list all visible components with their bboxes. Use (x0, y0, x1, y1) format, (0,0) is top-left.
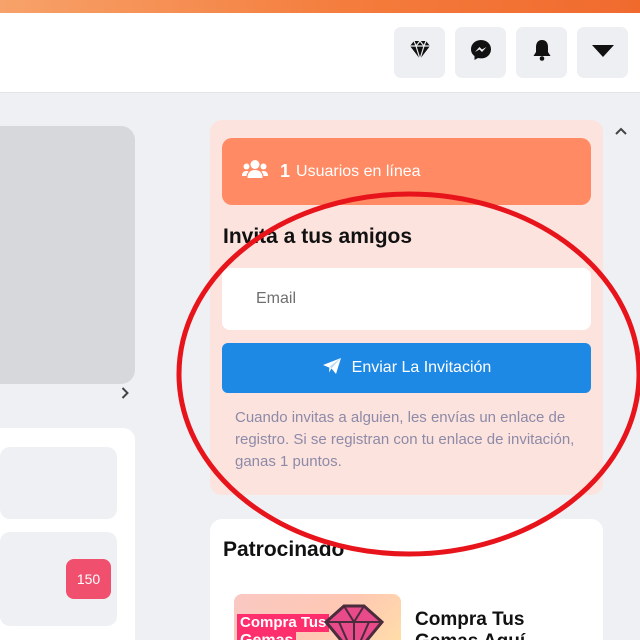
scroll-up-button[interactable] (612, 122, 630, 140)
ad-image-text: Gemas (237, 632, 297, 640)
ad-title[interactable]: Compra Tus (415, 609, 524, 631)
bell-icon (532, 39, 552, 66)
chevron-up-icon (615, 127, 627, 135)
sponsored-title: Patrocinado (223, 538, 345, 561)
caret-down-icon (591, 44, 614, 62)
email-input[interactable] (222, 268, 591, 330)
send-invitation-button[interactable]: Enviar La Invitación (222, 343, 591, 393)
count-badge: 150 (66, 559, 111, 599)
invite-help-text: Cuando invitas a alguien, les envías un … (235, 409, 575, 470)
top-accent-bar (0, 0, 640, 13)
invite-title: Invita a tus amigos (223, 225, 413, 248)
messenger-button[interactable] (455, 27, 506, 78)
top-header (0, 13, 640, 93)
diamond-icon (409, 40, 431, 65)
list-item[interactable] (0, 447, 117, 519)
online-label: Usuarios en línea (296, 162, 421, 180)
gem-icon (314, 602, 394, 640)
account-menu-button[interactable] (577, 27, 628, 78)
notifications-button[interactable] (516, 27, 567, 78)
online-users-banner: 1 Usuarios en línea (222, 138, 591, 205)
messenger-icon (470, 39, 492, 66)
users-icon (242, 159, 268, 184)
ad-image[interactable]: Compra Tus Gemas (234, 594, 401, 640)
chevron-right-icon (121, 387, 129, 399)
carousel-next-button[interactable] (117, 384, 133, 402)
paper-plane-icon (322, 357, 342, 380)
left-media-card (0, 126, 135, 384)
diamond-button[interactable] (394, 27, 445, 78)
online-count: 1 (280, 161, 291, 181)
send-invitation-label: Enviar La Invitación (351, 359, 492, 376)
ad-title[interactable]: Gemas Aquí (415, 631, 525, 640)
